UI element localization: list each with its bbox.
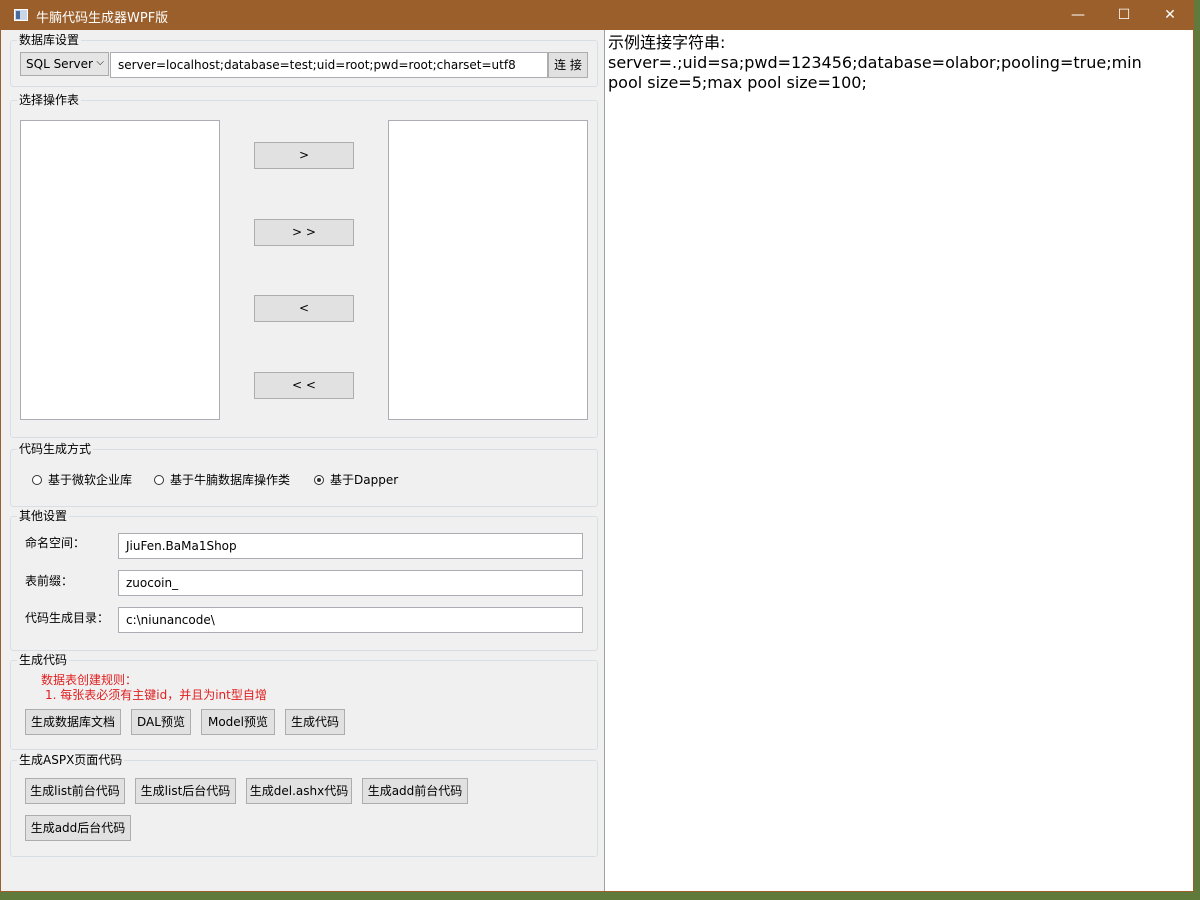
namespace-input[interactable]: JiuFen.BaMa1Shop xyxy=(118,533,583,559)
rule-title: 数据表创建规则： xyxy=(41,673,138,687)
chevron-down-icon: ⌵ xyxy=(96,57,104,68)
source-table-list[interactable] xyxy=(20,120,220,420)
app-icon xyxy=(14,9,28,21)
gen-mode-label: 代码生成方式 xyxy=(17,442,94,456)
gen-db-doc-button[interactable]: 生成数据库文档 xyxy=(25,709,121,735)
radio-dapper[interactable]: 基于Dapper xyxy=(314,471,398,488)
output-dir-label: 代码生成目录： xyxy=(25,611,110,625)
table-select-group: 选择操作表 > > > < < < xyxy=(10,93,598,438)
gen-list-back-button[interactable]: 生成list后台代码 xyxy=(135,778,236,804)
db-settings-label: 数据库设置 xyxy=(17,33,82,47)
gen-add-back-button[interactable]: 生成add后台代码 xyxy=(25,815,131,841)
minimize-button[interactable]: — xyxy=(1055,0,1101,30)
remove-all-button[interactable]: < < xyxy=(254,372,354,399)
namespace-label: 命名空间： xyxy=(25,536,86,550)
gen-add-front-button[interactable]: 生成add前台代码 xyxy=(362,778,468,804)
table-select-label: 选择操作表 xyxy=(17,93,82,107)
other-settings-label: 其他设置 xyxy=(17,509,70,523)
table-prefix-input[interactable]: zuocoin_ xyxy=(118,570,583,596)
dal-preview-button[interactable]: DAL预览 xyxy=(131,709,191,735)
radio-circle-icon xyxy=(154,474,164,485)
radio-circle-icon xyxy=(32,474,42,485)
gen-code-label: 生成代码 xyxy=(17,653,70,667)
aspx-label: 生成ASPX页面代码 xyxy=(17,753,125,767)
connect-button[interactable]: 连 接 xyxy=(548,52,588,78)
client-area: 数据库设置 SQL Server ⌵ server=localhost;data… xyxy=(1,30,1193,891)
add-one-button[interactable]: > xyxy=(254,142,354,169)
db-type-value: SQL Server xyxy=(26,57,93,71)
radio-checked-icon xyxy=(314,474,324,485)
radio-niunan-dbhelper[interactable]: 基于牛腩数据库操作类 xyxy=(154,471,290,488)
rule-item: 1. 每张表必须有主键id，并且为int型自增 xyxy=(45,688,267,702)
title-bar[interactable]: 牛腩代码生成器WPF版 — ☐ ✕ xyxy=(0,0,1194,30)
radio-label: 基于微软企业库 xyxy=(48,473,133,487)
gen-code-group: 生成代码 数据表创建规则： 1. 每张表必须有主键id，并且为int型自增 生成… xyxy=(10,653,598,750)
selected-table-list[interactable] xyxy=(388,120,588,420)
sample-heading: 示例连接字符串: xyxy=(608,33,726,52)
table-prefix-label: 表前缀： xyxy=(25,574,74,588)
window-title: 牛腩代码生成器WPF版 xyxy=(36,11,169,26)
remove-one-button[interactable]: < xyxy=(254,295,354,322)
radio-label: 基于牛腩数据库操作类 xyxy=(170,473,291,487)
gen-list-front-button[interactable]: 生成list前台代码 xyxy=(25,778,125,804)
aspx-group: 生成ASPX页面代码 生成list前台代码 生成list后台代码 生成del.a… xyxy=(10,753,598,857)
radio-enterprise-library[interactable]: 基于微软企业库 xyxy=(32,471,132,488)
close-button[interactable]: ✕ xyxy=(1147,0,1193,30)
radio-label: 基于Dapper xyxy=(330,473,399,487)
db-settings-group: 数据库设置 SQL Server ⌵ server=localhost;data… xyxy=(10,33,598,87)
sample-connection-text: 示例连接字符串: server=.;uid=sa;pwd=123456;data… xyxy=(608,33,1168,93)
other-settings-group: 其他设置 命名空间： JiuFen.BaMa1Shop 表前缀： zuocoin… xyxy=(10,509,598,651)
add-all-button[interactable]: > > xyxy=(254,219,354,246)
generate-code-button[interactable]: 生成代码 xyxy=(285,709,345,735)
db-type-select[interactable]: SQL Server ⌵ xyxy=(20,52,109,76)
sample-connection-string: server=.;uid=sa;pwd=123456;database=olab… xyxy=(608,53,1142,92)
connection-string-input[interactable]: server=localhost;database=test;uid=root;… xyxy=(110,52,548,78)
gen-del-ashx-button[interactable]: 生成del.ashx代码 xyxy=(246,778,352,804)
app-window: 牛腩代码生成器WPF版 — ☐ ✕ 数据库设置 SQL Server ⌵ ser… xyxy=(0,0,1194,892)
settings-pane: 数据库设置 SQL Server ⌵ server=localhost;data… xyxy=(1,30,601,891)
maximize-button[interactable]: ☐ xyxy=(1101,0,1147,30)
output-dir-input[interactable]: c:\niunancode\ xyxy=(118,607,583,633)
model-preview-button[interactable]: Model预览 xyxy=(201,709,275,735)
sample-pane: 示例连接字符串: server=.;uid=sa;pwd=123456;data… xyxy=(604,30,1193,891)
gen-mode-group: 代码生成方式 基于微软企业库 基于牛腩数据库操作类 基于Dapper xyxy=(10,442,598,507)
